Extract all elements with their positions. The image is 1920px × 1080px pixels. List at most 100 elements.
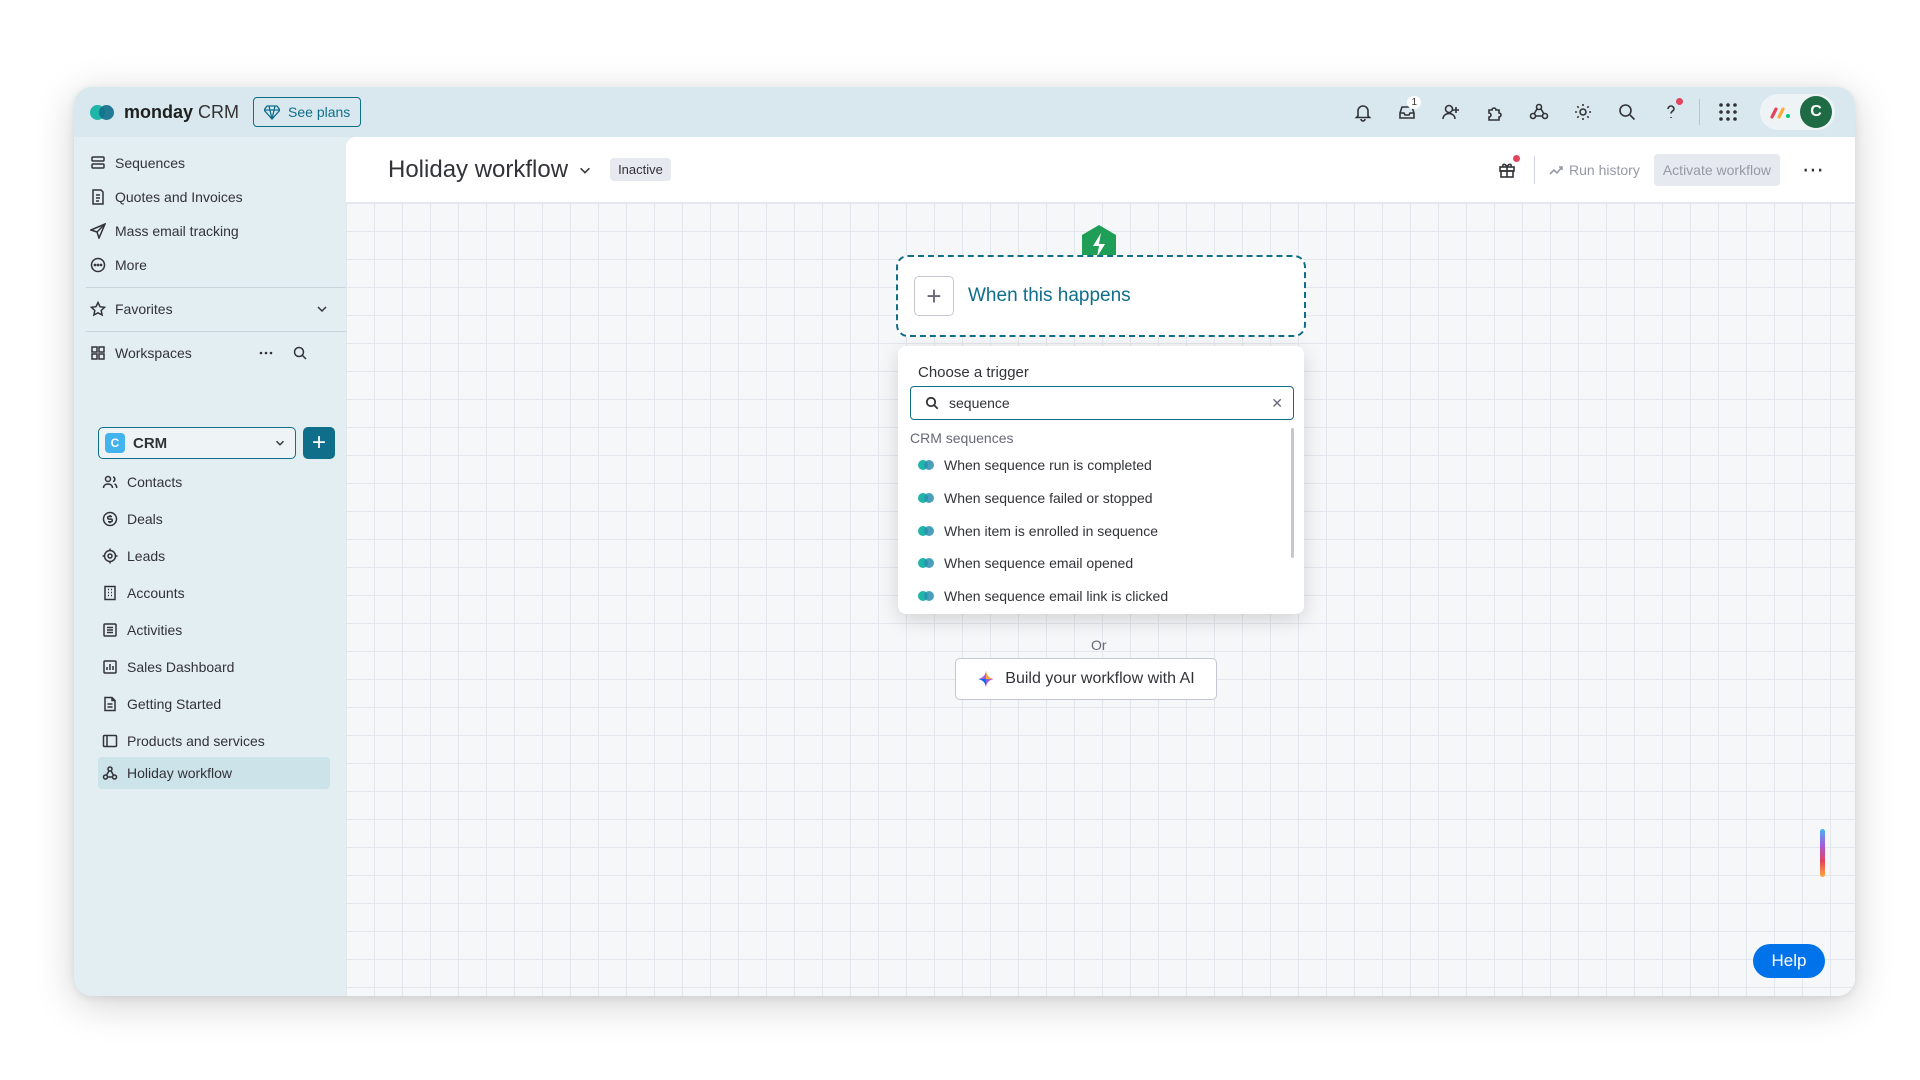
chevron-down-icon[interactable] [578, 163, 592, 177]
sidebar-item-label: Getting Started [127, 696, 222, 712]
sidebar-item-leads[interactable]: Leads [102, 542, 165, 570]
building-icon [104, 585, 116, 601]
build-with-ai-button[interactable]: Build your workflow with AI [955, 658, 1217, 700]
sidebar-item-more[interactable]: More [90, 251, 147, 279]
trigger-option-label: When sequence run is completed [944, 457, 1152, 473]
see-plans-button[interactable]: See plans [253, 97, 362, 127]
sidebar-item-contacts[interactable]: Contacts [102, 468, 182, 496]
plus-icon: + [311, 429, 326, 456]
workspaces-header[interactable]: Workspaces [90, 339, 192, 367]
gear-icon [1575, 104, 1591, 120]
apps-marketplace-button[interactable] [1473, 94, 1517, 130]
sidebar-item-mass-email[interactable]: Mass email tracking [90, 217, 239, 245]
trigger-option[interactable]: When sequence email opened [918, 551, 1133, 575]
add-person-icon [1442, 104, 1459, 120]
notifications-button[interactable] [1341, 94, 1385, 130]
document-icon [104, 696, 116, 712]
search-icon [1619, 104, 1636, 121]
run-history-label: Run history [1569, 162, 1640, 178]
avatar: C [1800, 96, 1832, 128]
grid-dots-icon [1719, 103, 1737, 121]
brand-suffix: CRM [198, 101, 240, 122]
list-icon [103, 623, 117, 637]
send-icon [90, 223, 106, 239]
trigger-option[interactable]: When item is enrolled in sequence [918, 519, 1158, 543]
whats-new-button[interactable] [1494, 155, 1521, 183]
crm-logo-icon [918, 525, 936, 537]
question-icon [1667, 105, 1675, 118]
puzzle-icon [1488, 107, 1502, 121]
sidebar-item-label: Contacts [127, 474, 183, 490]
plus-icon: + [926, 280, 942, 311]
add-item-button[interactable]: + [303, 427, 335, 459]
topbar-divider [1699, 99, 1700, 125]
trigger-option[interactable]: When sequence run is completed [918, 453, 1152, 477]
sidebar-item-activities[interactable]: Activities [102, 616, 182, 644]
favorites-toggle[interactable]: Favorites [90, 295, 330, 323]
build-with-ai-label: Build your workflow with AI [1005, 670, 1195, 687]
workspace-options-button[interactable] [258, 339, 283, 367]
sidebar-item-getting-started[interactable]: Getting Started [102, 690, 221, 718]
inbox-button[interactable]: 1 [1385, 94, 1429, 130]
dropdown-scrollbar[interactable] [1291, 428, 1294, 558]
workspace-search-button[interactable] [292, 339, 317, 367]
activate-workflow-button[interactable]: Activate workflow [1653, 154, 1780, 186]
dollar-icon [102, 511, 118, 527]
trigger-card[interactable]: + When this happens [896, 255, 1306, 337]
sidebar-item-sales-dashboard[interactable]: Sales Dashboard [102, 653, 234, 681]
automations-button[interactable] [1517, 94, 1561, 130]
page-title[interactable]: Holiday workflow [388, 156, 568, 184]
trigger-option-label: When sequence email opened [944, 555, 1134, 571]
crm-logo-icon [918, 557, 936, 569]
trigger-option[interactable]: When sequence email link is clicked [918, 584, 1168, 608]
sidebar-item-label: Sequences [115, 155, 186, 171]
sidebar-item-sequences[interactable]: Sequences [90, 149, 185, 177]
more-options-button[interactable]: ⋯ [1802, 157, 1825, 183]
trigger-dropdown: Choose a trigger ✕ CRM sequences When se… [898, 346, 1304, 614]
search-icon [925, 396, 939, 410]
workflow-header: Holiday workflow Inactive Run history Ac… [346, 137, 1855, 203]
sidebar-item-deals[interactable]: Deals [102, 505, 163, 533]
clear-search-icon[interactable]: ✕ [1271, 395, 1283, 412]
logo[interactable]: monday CRM [90, 102, 239, 123]
workspace-selector[interactable]: C CRM [98, 427, 296, 459]
search-button[interactable] [1605, 94, 1649, 130]
workflow-canvas[interactable]: + When this happens Choose a trigger ✕ C… [346, 203, 1855, 996]
invite-members-button[interactable] [1429, 94, 1473, 130]
workspace-name: CRM [133, 434, 168, 452]
sidebar-item-products[interactable]: Products and services [102, 727, 265, 755]
run-history-button[interactable]: Run history [1549, 162, 1640, 178]
settings-button[interactable] [1561, 94, 1605, 130]
robot-icon [1529, 103, 1549, 120]
workflow-editor: Holiday workflow Inactive Run history Ac… [346, 137, 1855, 996]
trigger-search-box: ✕ [910, 386, 1294, 420]
trend-icon [1549, 166, 1563, 175]
sidebar-item-holiday-workflow[interactable]: Holiday workflow [102, 759, 232, 787]
board-icon [102, 734, 118, 748]
add-trigger-button[interactable]: + [914, 276, 954, 316]
sidebar-item-label: Mass email tracking [115, 223, 239, 239]
sidebar-item-label: Leads [127, 548, 166, 564]
side-panel-handle[interactable] [1820, 829, 1825, 877]
trigger-option[interactable]: When sequence failed or stopped [918, 486, 1153, 510]
trigger-search-input[interactable] [949, 395, 1249, 411]
dashboard-icon [103, 660, 117, 674]
crm-logo-icon [918, 590, 936, 602]
workspaces-label: Workspaces [115, 345, 192, 361]
app-switcher-button[interactable] [1706, 94, 1750, 130]
star-icon [90, 301, 106, 317]
trigger-option-label: When sequence email link is clicked [944, 588, 1169, 604]
sidebar-item-label: Sales Dashboard [127, 659, 235, 675]
more-circle-icon [90, 257, 106, 273]
sidebar-item-quotes[interactable]: Quotes and Invoices [90, 183, 243, 211]
help-menu-button[interactable] [1649, 94, 1693, 130]
dropdown-title: Choose a trigger [918, 364, 1029, 381]
account-menu[interactable]: C [1760, 94, 1835, 130]
sidebar-item-label: Products and services [127, 733, 265, 749]
header-divider [1534, 156, 1536, 184]
sidebar-item-label: Quotes and Invoices [115, 189, 243, 205]
help-button[interactable]: Help [1753, 944, 1825, 978]
sidebar-item-accounts[interactable]: Accounts [102, 579, 185, 607]
sidebar-item-label: Deals [127, 511, 163, 527]
dropdown-group-label: CRM sequences [910, 430, 1014, 446]
